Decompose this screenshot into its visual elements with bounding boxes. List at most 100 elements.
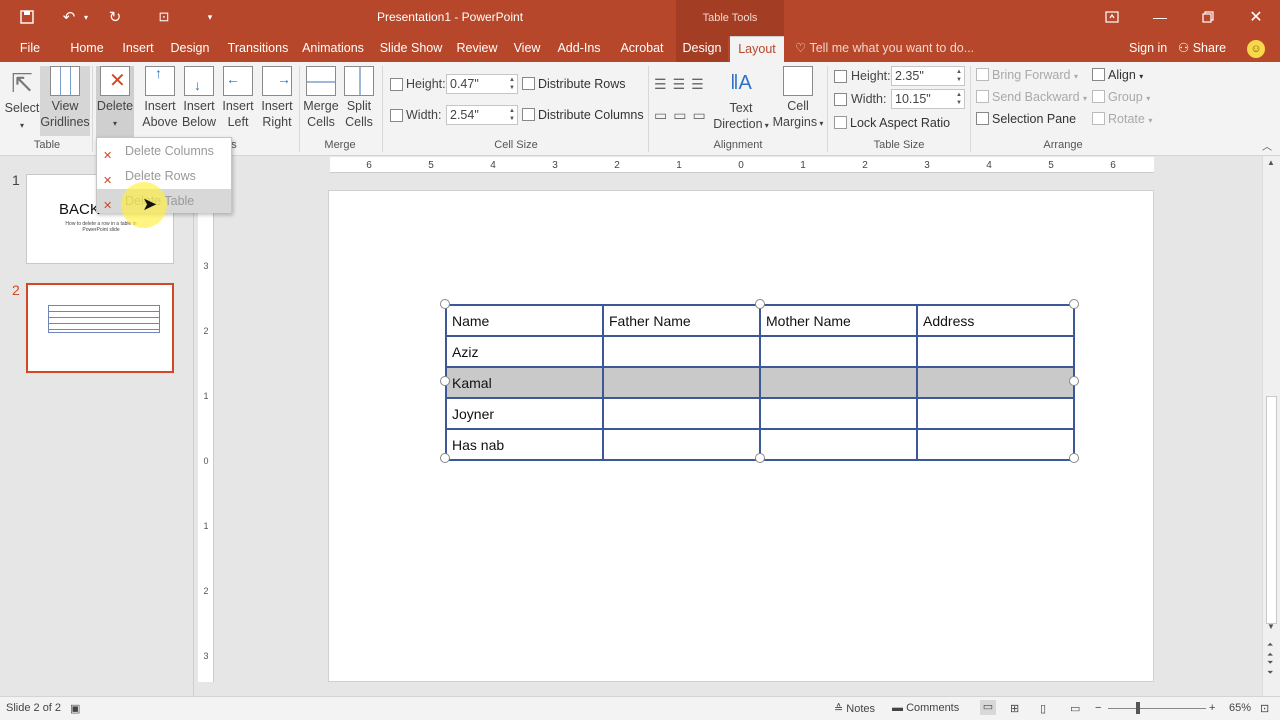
align-button[interactable]: Align ▾	[1092, 68, 1143, 82]
share-button[interactable]: ⚇ Share	[1178, 36, 1226, 61]
slideshow-view-icon[interactable]: ▭	[1070, 702, 1080, 715]
table-cell[interactable]	[916, 428, 1075, 461]
zoom-level[interactable]: 65%	[1229, 702, 1251, 714]
lock-aspect-ratio-checkbox[interactable]: Lock Aspect Ratio	[834, 116, 950, 130]
tell-me-search[interactable]: ♡ Tell me what you want to do...	[795, 36, 974, 61]
zoom-slider[interactable]	[1108, 708, 1206, 709]
previous-slide-icon[interactable]: ⏶ ⏶	[1267, 640, 1273, 660]
tab-acrobat[interactable]: Acrobat	[614, 36, 670, 62]
table-cell[interactable]	[602, 366, 761, 399]
spinner-arrows-icon[interactable]: ▲ ▼	[509, 107, 515, 123]
scrollbar-thumb[interactable]	[1266, 396, 1277, 624]
distribute-columns-button[interactable]: Distribute Columns	[522, 108, 644, 122]
text-direction-button[interactable]: ‖A Text Direction ▾	[712, 66, 770, 136]
tab-design[interactable]: Design	[166, 36, 214, 62]
align-left-icon[interactable]: ☰	[654, 76, 673, 92]
align-bottom-icon[interactable]: ▭	[692, 107, 711, 123]
tab-table-design[interactable]: Design	[676, 36, 728, 62]
table-cell[interactable]: Father Name	[602, 304, 761, 337]
table-height-input[interactable]: 2.35" ▲ ▼	[891, 66, 965, 86]
collapse-ribbon-icon[interactable]: ︿	[1262, 138, 1272, 153]
table-cell[interactable]: Name	[445, 304, 604, 337]
comments-button[interactable]: ▬ Comments	[892, 702, 959, 714]
feedback-smiley-icon[interactable]: ☺	[1247, 40, 1265, 58]
distribute-rows-button[interactable]: Distribute Rows	[522, 77, 626, 91]
slide-thumbnail-2[interactable]	[26, 283, 174, 373]
view-gridlines-button[interactable]: View Gridlines	[40, 66, 90, 136]
table-cell[interactable]	[916, 335, 1075, 368]
merge-cells-button[interactable]: Merge Cells	[302, 66, 340, 136]
selection-pane-button[interactable]: Selection Pane	[976, 112, 1076, 126]
zoom-slider-thumb[interactable]	[1136, 702, 1140, 714]
table-cell[interactable]: Address	[916, 304, 1075, 337]
table-width-input[interactable]: 10.15" ▲ ▼	[891, 89, 965, 109]
insert-left-button[interactable]: ← Insert Left	[220, 66, 256, 136]
resize-handle[interactable]	[755, 299, 765, 309]
table-cell[interactable]: Has nab	[445, 428, 604, 461]
tab-review[interactable]: Review	[452, 36, 502, 62]
align-center-icon[interactable]: ☰	[673, 76, 692, 92]
tab-add-ins[interactable]: Add-Ins	[552, 36, 606, 62]
bring-forward-button[interactable]: Bring Forward ▾	[976, 68, 1078, 82]
next-slide-icon[interactable]: ⏷ ⏷	[1267, 658, 1273, 678]
data-table[interactable]: Name Father Name Mother Name Address Azi…	[445, 304, 1075, 461]
table-cell[interactable]: Aziz	[445, 335, 604, 368]
resize-handle[interactable]	[1069, 453, 1079, 463]
scroll-down-icon[interactable]: ▼	[1267, 622, 1275, 631]
delete-rows-item[interactable]: ✕ Delete Rows	[97, 164, 231, 188]
tab-home[interactable]: Home	[64, 36, 110, 62]
table-cell[interactable]	[602, 428, 761, 461]
spell-check-icon[interactable]: ▣	[70, 702, 80, 715]
resize-handle[interactable]	[440, 299, 450, 309]
align-right-icon[interactable]: ☰	[691, 76, 710, 92]
group-button[interactable]: Group ▾	[1092, 90, 1150, 104]
close-icon[interactable]: ✕	[1244, 6, 1268, 28]
fit-slide-icon[interactable]: ⊡	[1260, 702, 1269, 715]
vertical-scrollbar[interactable]: ▲ ▼ ⏶ ⏶ ⏷ ⏷	[1262, 156, 1280, 696]
spinner-arrows-icon[interactable]: ▲ ▼	[509, 76, 515, 92]
table-cell[interactable]	[759, 428, 918, 461]
vertical-alignment-buttons[interactable]: ▭▭▭	[654, 107, 712, 124]
table-cell[interactable]	[759, 366, 918, 399]
cell-margins-button[interactable]: Cell Margins ▾	[772, 66, 824, 136]
send-backward-button[interactable]: Send Backward ▾	[976, 90, 1087, 104]
zoom-out-icon[interactable]: −	[1095, 702, 1101, 714]
spinner-arrows-icon[interactable]: ▲ ▼	[956, 91, 962, 107]
restore-icon[interactable]	[1196, 6, 1220, 28]
slide-canvas[interactable]: Name Father Name Mother Name Address Azi…	[328, 190, 1154, 682]
tab-animations[interactable]: Animations	[300, 36, 366, 62]
minimize-icon[interactable]: —	[1148, 6, 1172, 28]
scroll-up-icon[interactable]: ▲	[1267, 158, 1275, 167]
zoom-in-icon[interactable]: +	[1209, 702, 1215, 714]
resize-handle[interactable]	[755, 453, 765, 463]
rotate-button[interactable]: Rotate ▾	[1092, 112, 1152, 126]
insert-above-button[interactable]: ↑ Insert Above	[140, 65, 180, 136]
select-button[interactable]: ⇱ Select ▾	[4, 66, 40, 134]
table-cell[interactable]: Kamal	[445, 366, 604, 399]
tab-slide-show[interactable]: Slide Show	[376, 36, 446, 62]
table-cell[interactable]: Mother Name	[759, 304, 918, 337]
table-cell[interactable]	[759, 397, 918, 430]
delete-columns-item[interactable]: ✕ Delete Columns	[97, 139, 231, 163]
notes-button[interactable]: ≙ Notes	[834, 702, 875, 715]
cell-width-input[interactable]: 2.54" ▲ ▼	[446, 105, 518, 125]
insert-below-button[interactable]: ↓ Insert Below	[180, 66, 218, 136]
tab-transitions[interactable]: Transitions	[220, 36, 296, 62]
table-cell[interactable]	[602, 397, 761, 430]
delete-button[interactable]: ✕ Delete ▾	[96, 66, 134, 138]
table-cell[interactable]	[602, 335, 761, 368]
resize-handle[interactable]	[1069, 299, 1079, 309]
spinner-arrows-icon[interactable]: ▲ ▼	[956, 68, 962, 84]
table-cell[interactable]	[916, 366, 1075, 399]
slide-sorter-icon[interactable]: ⊞	[1010, 702, 1019, 715]
table-cell[interactable]	[916, 397, 1075, 430]
table-cell[interactable]: Joyner	[445, 397, 604, 430]
resize-handle[interactable]	[440, 453, 450, 463]
insert-right-button[interactable]: → Insert Right	[258, 66, 296, 136]
ribbon-display-options-icon[interactable]	[1100, 6, 1124, 28]
split-cells-button[interactable]: Split Cells	[341, 66, 377, 136]
cell-height-input[interactable]: 0.47" ▲ ▼	[446, 74, 518, 94]
tab-view[interactable]: View	[508, 36, 546, 62]
normal-view-icon[interactable]: ▭	[980, 700, 996, 715]
tab-layout[interactable]: Layout	[730, 36, 784, 62]
